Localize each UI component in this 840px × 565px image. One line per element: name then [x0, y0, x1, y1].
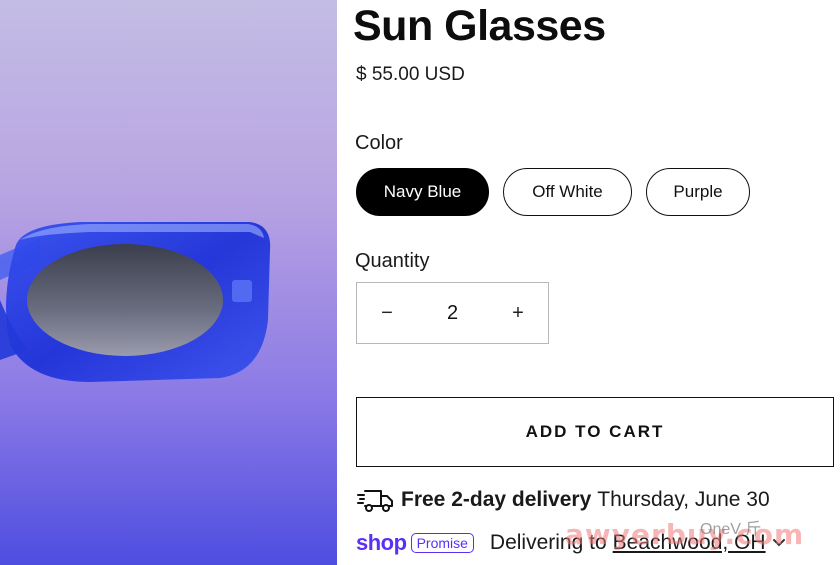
color-option-off-white[interactable]: Off White [503, 168, 632, 216]
quantity-label: Quantity [355, 250, 430, 272]
delivery-date: Thursday, June 30 [597, 488, 770, 511]
quantity-stepper: − 2 + [356, 282, 549, 344]
product-price: $ 55.00 USD [356, 64, 465, 85]
color-option-purple[interactable]: Purple [646, 168, 750, 216]
product-title: Sun Glasses [353, 2, 606, 50]
quantity-increase-button[interactable]: + [488, 283, 548, 343]
add-to-cart-button[interactable]: ADD TO CART [356, 397, 834, 467]
shop-logo: shop [356, 530, 407, 555]
color-label: Color [355, 132, 403, 154]
product-image-panel [0, 0, 337, 565]
delivery-info: Free 2-day delivery Thursday, June 30 [357, 486, 770, 514]
quantity-value[interactable]: 2 [417, 302, 488, 325]
quantity-decrease-button[interactable]: − [357, 283, 417, 343]
color-option-navy-blue[interactable]: Navy Blue [356, 168, 489, 216]
product-details: Sun Glasses $ 55.00 USD Color Navy Blue … [353, 0, 840, 565]
watermark-secondary: OneV 斤 [700, 521, 762, 538]
truck-icon [357, 490, 393, 512]
promise-badge: Promise [410, 533, 474, 553]
sunglasses-image [0, 222, 271, 382]
watermark: awyerbuy.com [565, 518, 805, 551]
delivery-headline: Free 2-day delivery [401, 488, 592, 511]
